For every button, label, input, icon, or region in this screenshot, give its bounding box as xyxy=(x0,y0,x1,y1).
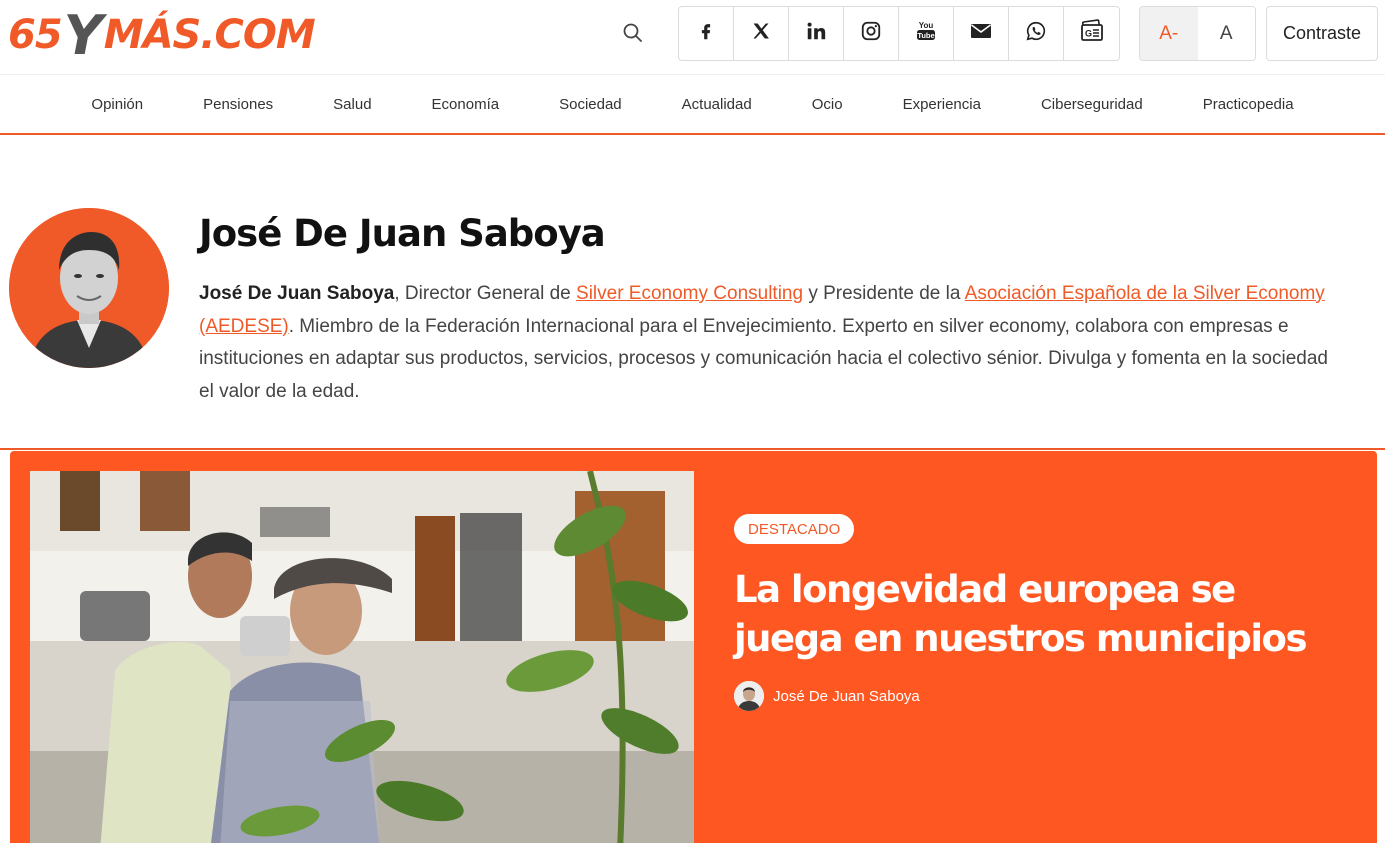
svg-text:Tube: Tube xyxy=(917,31,934,40)
author-name: José De Juan Saboya xyxy=(199,212,606,255)
nav-item-ocio[interactable]: Ocio xyxy=(782,96,873,113)
linkedin-icon xyxy=(805,20,827,47)
nav-item-practicopedia[interactable]: Practicopedia xyxy=(1173,96,1324,113)
featured-article-title[interactable]: La longevidad europea se juega en nuestr… xyxy=(734,565,1334,663)
nav-item-pensiones[interactable]: Pensiones xyxy=(173,96,303,113)
byline-author-name[interactable]: José De Juan Saboya xyxy=(773,688,920,705)
nav-item-ciberseguridad[interactable]: Ciberseguridad xyxy=(1011,96,1173,113)
contrast-button[interactable]: Contraste xyxy=(1266,6,1378,61)
nav-item-experiencia[interactable]: Experiencia xyxy=(873,96,1011,113)
instagram-icon xyxy=(860,20,882,47)
svg-text:G: G xyxy=(1084,29,1091,39)
nav-item-sociedad[interactable]: Sociedad xyxy=(529,96,652,113)
youtube-button[interactable]: You Tube xyxy=(899,7,954,60)
font-decrease-button[interactable]: A- xyxy=(1140,7,1198,60)
featured-article-card[interactable]: DESTACADO La longevidad europea se juega… xyxy=(10,451,1377,843)
facebook-icon xyxy=(695,20,717,47)
search-icon[interactable] xyxy=(618,18,648,48)
silver-economy-consulting-link[interactable]: Silver Economy Consulting xyxy=(576,283,803,304)
whatsapp-button[interactable] xyxy=(1009,7,1064,60)
nav-item-salud[interactable]: Salud xyxy=(303,96,401,113)
google-news-icon: G xyxy=(1079,18,1105,49)
facebook-button[interactable] xyxy=(679,7,734,60)
site-logo[interactable]: 65 Y MÁS.COM xyxy=(8,4,316,67)
google-news-button[interactable]: G xyxy=(1064,7,1119,60)
featured-article-image[interactable] xyxy=(30,471,694,843)
email-icon xyxy=(970,22,992,45)
svg-text:You: You xyxy=(919,21,934,30)
main-nav: Opinión Pensiones Salud Economía Socieda… xyxy=(0,74,1385,135)
font-normal-button[interactable]: A xyxy=(1197,7,1255,60)
nav-item-economia[interactable]: Economía xyxy=(402,96,530,113)
instagram-button[interactable] xyxy=(844,7,899,60)
email-button[interactable] xyxy=(954,7,1009,60)
nav-item-actualidad[interactable]: Actualidad xyxy=(652,96,782,113)
x-twitter-button[interactable] xyxy=(734,7,789,60)
featured-byline[interactable]: José De Juan Saboya xyxy=(734,681,920,711)
author-bio-name: José De Juan Saboya xyxy=(199,283,395,304)
youtube-icon: You Tube xyxy=(915,19,937,48)
x-twitter-icon xyxy=(751,21,771,46)
site-header: 65 Y MÁS.COM You Tube G A- A Contraste xyxy=(0,0,1385,74)
author-bio: José De Juan Saboya, Director General de… xyxy=(199,283,1328,402)
featured-badge[interactable]: DESTACADO xyxy=(734,514,855,544)
nav-item-opinion[interactable]: Opinión xyxy=(61,96,173,113)
byline-avatar xyxy=(734,681,764,711)
social-share-group: You Tube G xyxy=(678,6,1120,61)
author-avatar xyxy=(9,208,169,368)
section-divider xyxy=(0,448,1385,450)
font-size-controls: A- A xyxy=(1139,6,1256,61)
linkedin-button[interactable] xyxy=(789,7,844,60)
whatsapp-icon xyxy=(1025,20,1047,47)
